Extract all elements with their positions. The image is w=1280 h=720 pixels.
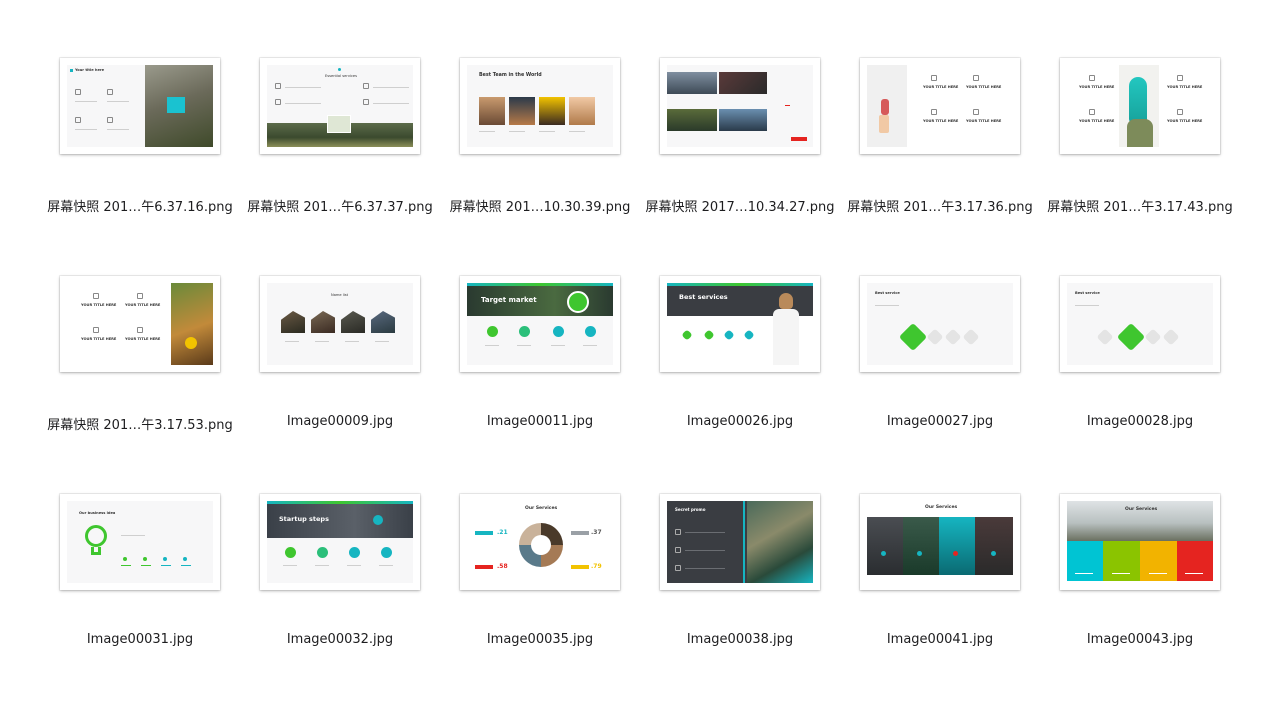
slide-preview: Your title here [67,65,213,147]
slide-preview: Best service [1067,283,1213,365]
slide-preview: Best services [667,283,813,365]
slide-preview [667,65,813,147]
file-item[interactable]: Startup steps Image00032.jpg [240,486,440,686]
file-item[interactable]: Best service Image00027.jpg [840,268,1040,468]
file-thumbnail[interactable]: YOUR TITLE HERE YOUR TITLE HERE YOUR TIT… [860,58,1020,154]
file-thumbnail[interactable]: Your title here [60,58,220,154]
slide-preview: YOUR TITLE HERE YOUR TITLE HERE YOUR TIT… [67,283,213,365]
file-name[interactable]: Image00028.jpg [1020,414,1260,429]
preview-title: Best service [1075,291,1100,295]
preview-title: Our Services [525,506,558,511]
photo-thumbnail [509,97,535,125]
file-item[interactable]: Essential services 屏幕快照 201…午6.37.37.png [240,50,440,250]
photo-thumbnail [371,311,395,333]
photo-thumbnail [667,109,717,131]
file-thumbnail[interactable]: Our Services [860,494,1020,590]
preview-title: Target market [481,296,537,304]
file-thumbnail[interactable]: Best Team in the World [460,58,620,154]
photo-thumbnail [479,97,505,125]
photo-thumbnail [539,97,565,125]
photo-thumbnail [341,311,365,333]
preview-title: Our Services [1125,507,1158,512]
preview-title: Startup steps [279,515,329,523]
photo-thumbnail [747,501,813,583]
file-thumbnail[interactable]: YOUR TITLE HERE YOUR TITLE HERE YOUR TIT… [1060,58,1220,154]
photo-thumbnail [569,97,595,125]
file-item[interactable]: YOUR TITLE HERE YOUR TITLE HERE YOUR TIT… [40,268,240,468]
file-thumbnail[interactable]: Name list [260,276,420,372]
file-item[interactable]: Best service Image00028.jpg [1040,268,1240,468]
photo-thumbnail [719,109,767,131]
photo-thumbnail [311,311,335,333]
photo-thumbnail [939,517,975,575]
preview-title: YOUR TITLE HERE [81,303,117,307]
slide-preview: Our Services [1067,501,1213,583]
stat-value: .79 [591,563,602,570]
slide-preview: YOUR TITLE HERE YOUR TITLE HERE YOUR TIT… [867,65,1013,147]
file-thumbnail[interactable]: Essential services [260,58,420,154]
photo-thumbnail [975,517,1013,575]
file-name[interactable]: Image00043.jpg [1020,632,1260,647]
preview-title: Our Services [925,505,958,510]
photo-thumbnail [719,72,767,94]
slide-preview: Secret promo [667,501,813,583]
file-thumbnail[interactable]: Our Services [1060,494,1220,590]
photo-thumbnail [903,517,939,575]
file-thumbnail[interactable]: Best service [860,276,1020,372]
file-thumbnail[interactable]: Startup steps [260,494,420,590]
file-thumbnail[interactable]: YOUR TITLE HERE YOUR TITLE HERE YOUR TIT… [60,276,220,372]
stat-value: .58 [497,563,508,570]
file-item[interactable]: Your title here 屏幕快照 201…午6.37.16.png [40,50,240,250]
slide-preview: Essential services [267,65,413,147]
slide-preview: Our Services [867,501,1013,583]
slide-preview: Best Team in the World [467,65,613,147]
file-thumbnail[interactable]: Target market [460,276,620,372]
file-item[interactable]: Secret promo Image00038.jpg [640,486,840,686]
file-item[interactable]: Best services Image00026.jpg [640,268,840,468]
stat-value: .37 [591,529,602,536]
preview-title: Best service [875,291,900,295]
slide-preview: Our business idea [67,501,213,583]
preview-title: Essential services [325,74,357,78]
preview-title: Secret promo [675,507,706,512]
preview-title: YOUR TITLE HERE [923,85,959,89]
preview-title: Name list [331,293,349,297]
slide-preview: Target market [467,283,613,365]
file-thumbnail[interactable]: Best service [1060,276,1220,372]
file-item[interactable]: YOUR TITLE HERE YOUR TITLE HERE YOUR TIT… [840,50,1040,250]
file-thumbnail[interactable]: Secret promo [660,494,820,590]
file-item[interactable]: Best Team in the World 屏幕快照 201…10.30.39… [440,50,640,250]
file-thumbnail[interactable]: Best services [660,276,820,372]
file-item[interactable]: Target market Image00011.jpg [440,268,640,468]
file-item[interactable]: Name list Image00009.jpg [240,268,440,468]
slide-preview: Our Services .21 .58 .37 .79 [467,501,613,583]
file-thumbnail[interactable]: Our Services .21 .58 .37 .79 [460,494,620,590]
preview-title: Our business idea [79,511,116,515]
file-grid: Your title here 屏幕快照 201…午6.37.16.png Es… [0,0,1280,720]
file-item[interactable]: Our Services .21 .58 .37 .79 Image00035.… [440,486,640,686]
preview-title: YOUR TITLE HERE [1079,85,1115,89]
photo-thumbnail [171,283,213,365]
slide-preview: YOUR TITLE HERE YOUR TITLE HERE YOUR TIT… [1067,65,1213,147]
file-item[interactable]: 屏幕快照 2017…10.34.27.png [640,50,840,250]
stat-value: .21 [497,529,508,536]
file-name[interactable]: 屏幕快照 201…午3.17.43.png [1020,196,1260,215]
lightbulb-icon [85,525,107,547]
file-item[interactable]: Our Services Image00041.jpg [840,486,1040,686]
file-item[interactable]: Our business idea Image00031.jpg [40,486,240,686]
preview-title: Best services [679,293,728,301]
preview-title: Best Team in the World [479,73,542,78]
photo-thumbnail [667,72,717,94]
slide-preview: Startup steps [267,501,413,583]
photo-thumbnail [281,311,305,333]
slide-preview: Best service [867,283,1013,365]
file-item[interactable]: Our Services Image00043.jpg [1040,486,1240,686]
slide-preview: Name list [267,283,413,365]
photo-thumbnail [867,517,903,575]
file-item[interactable]: YOUR TITLE HERE YOUR TITLE HERE YOUR TIT… [1040,50,1240,250]
file-thumbnail[interactable]: Our business idea [60,494,220,590]
preview-title: Your title here [75,68,105,72]
file-thumbnail[interactable] [660,58,820,154]
